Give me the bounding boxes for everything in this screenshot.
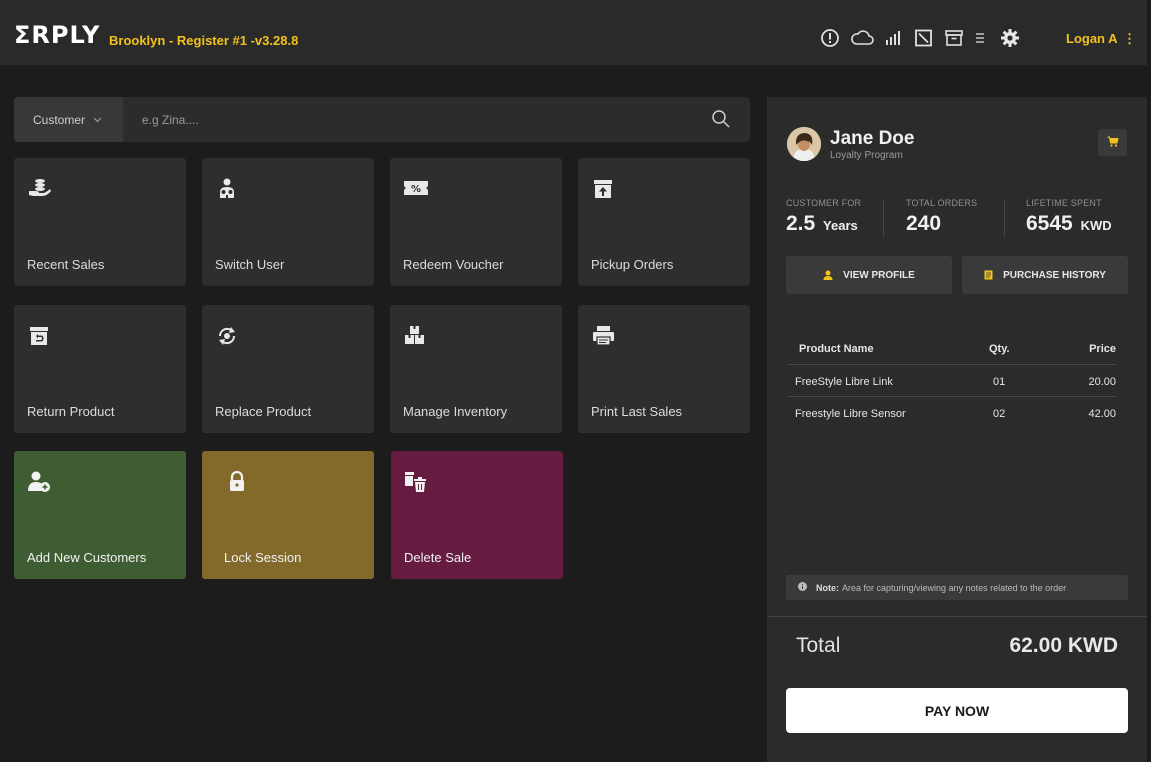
voucher-icon: % (403, 178, 429, 200)
users-switch-icon (215, 178, 241, 200)
chevron-down-icon (93, 115, 102, 125)
tile-label: Recent Sales (27, 257, 105, 272)
customer-program: Loyalty Program (830, 150, 903, 161)
column-header: Qty. (989, 343, 1010, 355)
tile-label: Print Last Sales (591, 404, 683, 419)
view-profile-label: VIEW PROFILE (843, 269, 915, 281)
tile-label: Redeem Voucher (403, 257, 504, 272)
tile-add-new-customers[interactable]: Add New Customers (14, 451, 186, 579)
gear-icon[interactable] (1000, 27, 1020, 49)
stat-unit: KWD (1080, 218, 1112, 233)
signal-icon (884, 27, 904, 49)
status-icons (820, 27, 1030, 49)
product-name: Freestyle Libre Sensor (795, 408, 906, 420)
stat-divider (1004, 199, 1005, 237)
pay-now-button[interactable]: PAY NOW (786, 688, 1128, 733)
menu-icon[interactable] (974, 27, 990, 49)
archive-icon[interactable] (944, 27, 964, 49)
tile-label: Lock Session (224, 550, 302, 565)
tile-print-last-sales[interactable]: Print Last Sales (578, 305, 750, 433)
lock-icon (228, 470, 254, 493)
inventory-icon (403, 325, 429, 347)
note-text: Area for capturing/viewing any notes rel… (842, 582, 1067, 593)
stat-value: 240 (906, 212, 942, 235)
add-user-icon (27, 471, 53, 493)
cloud-icon[interactable] (850, 27, 874, 49)
product-qty: 02 (993, 408, 1006, 420)
tile-recent-sales[interactable]: Recent Sales (14, 158, 186, 286)
table-header: Product Name Qty. Price (788, 333, 1116, 365)
product-price: 20.00 (1088, 376, 1116, 388)
tile-label: Manage Inventory (403, 404, 508, 419)
hand-coins-icon (27, 178, 53, 200)
cart-button[interactable] (1098, 129, 1127, 156)
customer-name: Jane Doe (830, 128, 915, 149)
search-icon[interactable] (711, 109, 731, 134)
column-header: Price (1089, 343, 1116, 355)
product-qty: 01 (993, 376, 1006, 388)
tile-label: Delete Sale (404, 550, 472, 565)
store-register-title: Brooklyn - Register #1 -v3.28.8 (109, 33, 299, 48)
person-icon (823, 270, 833, 280)
stat-divider (883, 199, 884, 237)
stat-value: 2.5 (786, 212, 816, 235)
table-row[interactable]: Freestyle Libre Sensor 02 42.00 (788, 397, 1116, 429)
note-label: Note: (816, 582, 839, 593)
tile-delete-sale[interactable]: Delete Sale (391, 451, 563, 579)
tile-replace-product[interactable]: Replace Product (202, 305, 374, 433)
stat-customer-for: CUSTOMER FOR 2.5 Years (786, 198, 861, 236)
product-price: 42.00 (1088, 408, 1116, 420)
stat-lifetime-spent: LIFETIME SPENT 6545 KWD (1026, 198, 1112, 236)
stat-label: LIFETIME SPENT (1026, 198, 1102, 208)
cart-icon (1107, 134, 1119, 152)
tile-label: Replace Product (215, 404, 312, 419)
order-items-table: Product Name Qty. Price FreeStyle Libre … (788, 333, 1116, 429)
purchase-history-button[interactable]: PURCHASE HISTORY (962, 256, 1128, 294)
tile-manage-inventory[interactable]: Manage Inventory (390, 305, 562, 433)
erply-logo: ΣRPLY (14, 21, 101, 49)
delete-icon (404, 471, 430, 493)
order-total-section: Total 62.00 KWD PAY NOW (767, 616, 1147, 762)
total-label: Total (796, 634, 841, 657)
printer-icon (591, 325, 617, 347)
tile-lock-session[interactable]: Lock Session (202, 451, 374, 579)
user-menu-icon[interactable]: ⋮ (1123, 31, 1136, 47)
replace-icon (215, 325, 241, 347)
stat-total-orders: TOTAL ORDERS 240 (906, 198, 977, 236)
user-name[interactable]: Logan A (1066, 31, 1118, 46)
avatar[interactable] (787, 127, 821, 161)
order-note[interactable]: Note: Area for capturing/viewing any not… (786, 575, 1128, 600)
tile-redeem-voucher[interactable]: % Redeem Voucher (390, 158, 562, 286)
tile-label: Switch User (215, 257, 285, 272)
view-profile-button[interactable]: VIEW PROFILE (786, 256, 952, 294)
tile-label: Pickup Orders (591, 257, 674, 272)
product-name: FreeStyle Libre Link (795, 376, 893, 388)
top-bar: ΣRPLY Brooklyn - Register #1 -v3.28.8 Lo… (0, 0, 1147, 66)
tile-label: Return Product (27, 404, 115, 419)
alert-icon[interactable] (820, 27, 840, 49)
info-icon (798, 582, 807, 593)
customer-order-panel: Jane Doe Loyalty Program CUSTOMER FOR 2.… (767, 97, 1147, 762)
tile-return-product[interactable]: Return Product (14, 305, 186, 433)
return-icon (27, 325, 53, 347)
search-type-label: Customer (33, 112, 86, 127)
stat-label: TOTAL ORDERS (906, 198, 978, 208)
stat-label: CUSTOMER FOR (786, 198, 862, 208)
column-header: Product Name (799, 343, 874, 355)
stat-unit: Years (823, 218, 858, 233)
stat-value: 6545 (1026, 212, 1073, 235)
customer-search-bar: Customer (14, 97, 750, 142)
search-type-dropdown[interactable]: Customer (14, 97, 123, 142)
tile-label: Add New Customers (27, 550, 147, 565)
svg-text:%: % (411, 184, 421, 195)
tile-switch-user[interactable]: Switch User (202, 158, 374, 286)
search-input[interactable] (142, 109, 682, 131)
table-row[interactable]: FreeStyle Libre Link 01 20.00 (788, 365, 1116, 397)
tile-pickup-orders[interactable]: Pickup Orders (578, 158, 750, 286)
screen-icon[interactable] (914, 27, 934, 49)
purchase-history-label: PURCHASE HISTORY (1003, 269, 1106, 281)
total-value: 62.00 KWD (1009, 634, 1118, 657)
pickup-box-icon (591, 178, 617, 200)
receipt-icon (984, 270, 993, 280)
